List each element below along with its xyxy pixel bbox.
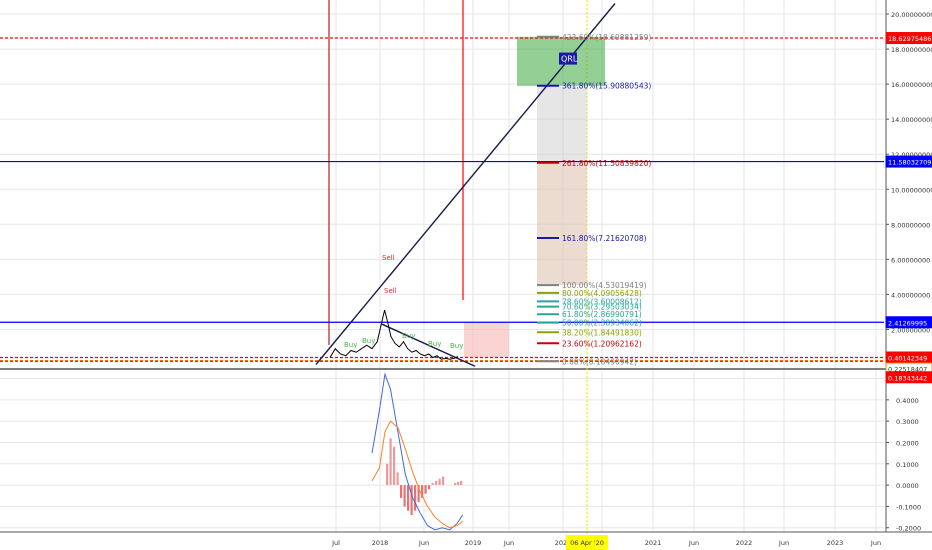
macd-histogram-bar [393,446,396,486]
signal-label: Buy [428,340,441,348]
macd-histogram-bar [407,485,410,511]
macd-histogram-bar [431,482,434,486]
fib-level-label: 423.60%(18.69881259) [562,33,651,42]
y-tick-label: 8.00000000 [891,221,930,229]
macd-y-tick-label: 0.4000 [896,397,919,405]
x-tick-label: 2021 [645,539,662,547]
fib-level-label: 0.00%(0.18490942) [562,357,637,366]
price-tag-label: 18.62975486 [888,35,931,43]
qrl-tag-label: QRL [561,55,578,64]
macd-histogram-bar [442,476,445,486]
price-tag-label: 2.41269995 [888,319,927,327]
y-tick-label: 6.00000000 [891,256,930,264]
macd-y-tick-label: 0.2000 [896,439,919,447]
macd-histogram-bar [414,485,417,511]
macd-histogram-bar [457,481,460,486]
macd-histogram-bar [454,482,457,486]
macd-y-tick-label: 0.3000 [896,418,919,426]
x-tick-label: 2019 [465,539,482,547]
macd-histogram-bar [403,485,406,507]
crosshair-date-label: 06 Apr '20 [570,539,604,547]
macd-y-tick-label: 0.0000 [896,482,919,490]
signal-label: Buy [402,332,415,340]
macd-histogram-bar [396,472,399,486]
fib-level-label: 23.60%(1.20962162) [562,339,642,348]
price-tag-label: 11.58032709 [888,159,931,167]
chart-background [0,0,932,550]
x-tick-label: 2018 [372,539,389,547]
price-tag-label: 0.40142349 [888,354,927,362]
macd-histogram-bar [428,485,431,490]
x-tick-label: Jun [688,539,699,547]
macd-histogram-bar [460,480,463,486]
signal-label: Buy [450,342,463,350]
fib-level-label: 50.00%(2.38934062) [562,319,642,328]
chart-root[interactable]: Sell Sell Buy Buy Buy Buy Buy 423.60%(18.69881… [0,0,932,550]
fib-level-label: 261.80%(11.50839820) [562,159,651,168]
fib-level-label: 161.80%(7.21620708) [562,234,647,243]
y-tick-label: 16.00000000 [891,81,932,89]
fib-level-label: 361.80%(15.90880543) [562,82,651,91]
fib-level-label: 38.20%(1.84491830) [562,328,642,337]
signal-label: Buy [344,341,357,349]
y-tick-label: 4.00000000 [891,291,930,299]
price-tag-label: 0.18343442 [888,374,927,382]
macd-y-tick-label: -0.2000 [896,525,921,533]
y-tick-label: 14.00000000 [891,116,932,124]
y-tick-label: 10.00000000 [891,186,932,194]
x-tick-label: Jul [331,539,340,547]
macd-histogram-bar [438,478,441,486]
x-tick-label: Jun [503,539,514,547]
macd-histogram-bar [424,485,427,494]
forecast-zone [464,322,509,358]
macd-histogram-bar [400,485,403,498]
y-tick-label: 18.00000000 [891,46,932,54]
macd-histogram-bar [386,463,389,486]
macd-histogram-bar [410,485,413,515]
signal-label: Buy [362,337,375,345]
x-tick-label: 2022 [736,539,753,547]
macd-histogram-bar [389,438,392,486]
x-tick-label: Jun [418,539,429,547]
x-tick-label: Jun [870,539,881,547]
macd-histogram-bar [435,480,438,486]
x-tick-label: Jun [778,539,789,547]
y-tick-label: 20.00000000 [891,11,932,19]
macd-y-tick-label: 0.1000 [896,461,919,469]
signal-label: Sell [384,287,397,295]
signal-label: Sell [382,254,395,262]
fib-shade [537,162,587,286]
macd-y-tick-label: -0.1000 [896,503,921,511]
x-tick-label: 2023 [827,539,844,547]
